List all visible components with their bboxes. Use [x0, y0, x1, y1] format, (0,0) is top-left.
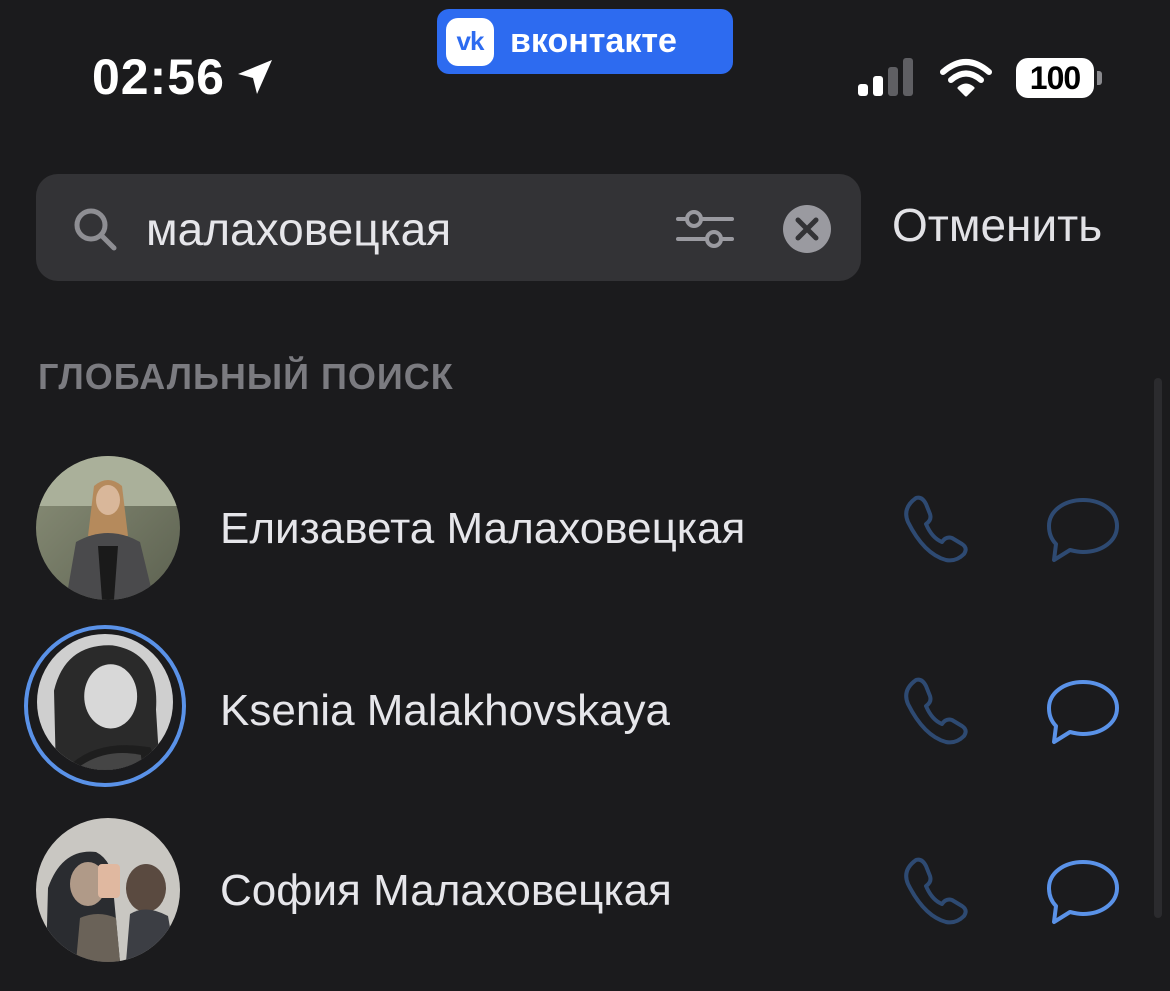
vk-logo: vk: [446, 17, 494, 66]
section-title-global-search: ГЛОБАЛЬНЫЙ ПОИСК: [38, 356, 454, 397]
avatar[interactable]: [37, 634, 173, 770]
result-row[interactable]: Ksenia Malakhovskaya: [0, 624, 1150, 794]
screen: 02:56 vk вконтакте 100 малаховецкая Отме…: [0, 0, 1170, 991]
clear-search-icon[interactable]: [782, 204, 832, 254]
status-time: 02:56: [92, 49, 225, 105]
phone-icon[interactable]: [898, 854, 970, 926]
wifi-icon: [940, 59, 992, 97]
message-icon[interactable]: [1044, 856, 1122, 928]
avatar[interactable]: [36, 818, 180, 962]
search-icon: [74, 208, 117, 251]
phone-icon[interactable]: [898, 674, 970, 746]
battery-icon: 100: [1016, 58, 1102, 98]
filter-sliders-icon[interactable]: [676, 204, 734, 254]
result-name[interactable]: София Малаховецкая: [220, 866, 672, 916]
avatar[interactable]: [36, 456, 180, 600]
phone-icon[interactable]: [898, 492, 970, 564]
result-row[interactable]: София Малаховецкая: [0, 812, 1150, 982]
vk-app-name: вконтакте: [510, 22, 677, 60]
status-time-group: 02:56: [92, 46, 275, 108]
status-indicators: 100: [858, 52, 1102, 104]
search-input[interactable]: [146, 196, 646, 262]
message-icon[interactable]: [1044, 676, 1122, 748]
signal-icon: [858, 58, 913, 96]
result-row[interactable]: Елизавета Малаховецкая: [0, 450, 1150, 620]
result-name[interactable]: Ksenia Malakhovskaya: [220, 686, 670, 736]
scrollbar[interactable]: [1154, 378, 1162, 918]
cancel-button[interactable]: Отменить: [892, 198, 1102, 252]
battery-level: 100: [1029, 59, 1081, 96]
result-name[interactable]: Елизавета Малаховецкая: [220, 504, 745, 554]
location-arrow-icon: [237, 60, 272, 94]
vk-app-badge[interactable]: vk вконтакте: [437, 9, 733, 74]
vk-logo-text: vk: [456, 26, 485, 56]
message-icon[interactable]: [1044, 494, 1122, 566]
